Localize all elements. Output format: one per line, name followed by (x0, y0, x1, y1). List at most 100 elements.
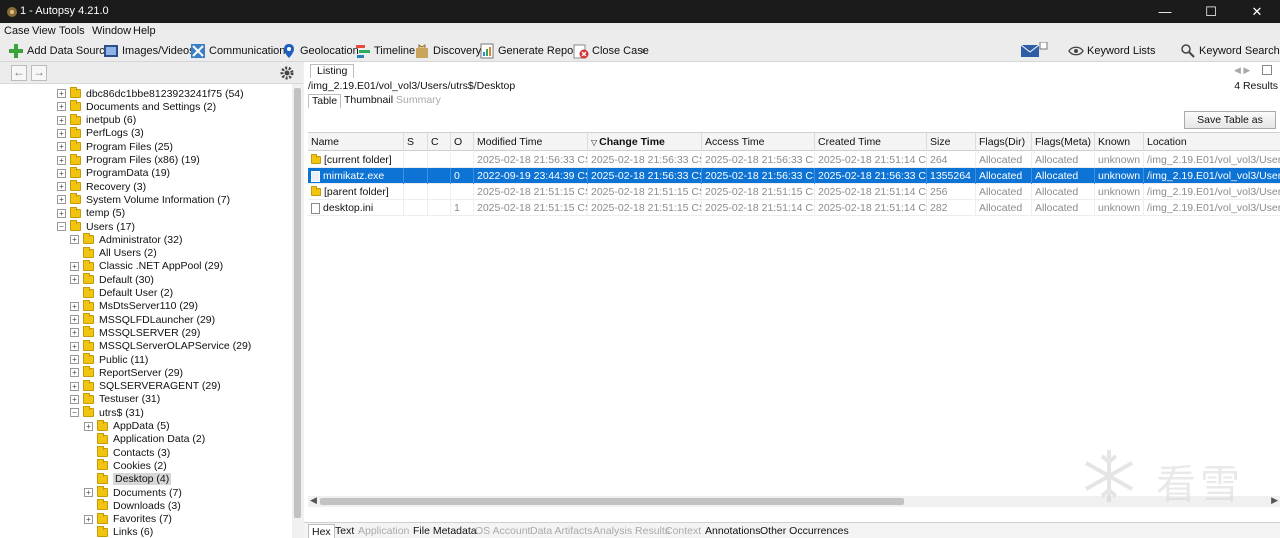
tree-node[interactable]: + Testuser (31) (70, 392, 160, 406)
tab-text[interactable]: Text (332, 524, 357, 538)
tree-node[interactable]: + Documents and Settings (2) (57, 100, 216, 113)
tree-node[interactable]: Default User (2) (70, 286, 173, 300)
minimize-button[interactable]: — (1142, 0, 1188, 23)
maximize-window-icon[interactable] (1262, 65, 1272, 75)
col-known-header[interactable]: Known (1095, 133, 1144, 151)
tree-node[interactable]: + temp (5) (57, 206, 125, 220)
tree-node[interactable]: − utrs$ (31) (70, 406, 144, 419)
tree-node[interactable]: + dbc86dc1bbe8123923241f75 (54) (57, 87, 244, 100)
keyword-search-button[interactable]: Keyword Search (1180, 41, 1280, 60)
horizontal-scrollbar-thumb[interactable] (320, 498, 904, 505)
forward-button[interactable]: → (31, 65, 47, 81)
timeline-button[interactable]: Timeline (355, 41, 415, 60)
expand-icon[interactable]: + (57, 168, 66, 178)
tab-hex[interactable]: Hex (308, 524, 335, 538)
mail-icon[interactable] (1020, 42, 1048, 58)
close-window-button[interactable]: ✕ (1234, 0, 1280, 23)
expand-icon[interactable]: + (84, 421, 93, 431)
tree-node[interactable]: + Program Files (x86) (19) (57, 153, 200, 167)
tree-node[interactable]: + Favorites (7) (84, 512, 172, 526)
expand-icon[interactable]: + (57, 115, 66, 125)
expand-icon[interactable]: + (70, 341, 79, 351)
expand-icon[interactable]: + (70, 275, 79, 285)
tree-node[interactable]: + SQLSERVERAGENT (29) (70, 379, 221, 393)
tree-node[interactable]: + Program Files (25) (57, 140, 173, 153)
expand-icon[interactable]: + (70, 235, 79, 245)
expand-icon[interactable]: + (57, 142, 66, 152)
tree-node[interactable]: + MSSQLFDLauncher (29) (70, 313, 215, 326)
tab-annotations[interactable]: Annotations (702, 524, 763, 538)
expand-icon[interactable]: + (70, 368, 79, 378)
tree-node[interactable]: All Users (2) (70, 246, 157, 260)
toolbar-overflow-chevron-icon[interactable]: » (633, 48, 652, 54)
expand-icon[interactable]: + (57, 155, 66, 165)
expand-icon[interactable]: + (70, 328, 79, 338)
tree-node[interactable]: + Recovery (3) (57, 180, 146, 193)
tree-node[interactable]: + MSSQLSERVER (29) (70, 326, 200, 339)
tab-other-occurrences[interactable]: Other Occurrences (757, 524, 852, 538)
tree-node[interactable]: + Default (30) (70, 273, 154, 286)
menu-tools[interactable]: Tools (59, 25, 85, 37)
communications-button[interactable]: Communications (190, 41, 291, 60)
col-created-time-header[interactable]: Created Time (815, 133, 927, 151)
back-button[interactable]: ← (11, 65, 27, 81)
tab-table[interactable]: Table (308, 94, 342, 108)
expand-icon[interactable]: + (84, 514, 93, 524)
expand-icon[interactable]: + (57, 128, 66, 138)
tree-node[interactable]: Cookies (2) (84, 459, 167, 472)
scroll-right-icon[interactable]: ▶ (1271, 495, 1278, 506)
tree-node[interactable]: + ProgramData (19) (57, 166, 170, 180)
expand-icon[interactable]: + (57, 102, 66, 112)
save-table-as-csv-button[interactable]: Save Table as CSV (1184, 111, 1276, 142)
images-videos-button[interactable]: Images/Videos (103, 41, 195, 60)
col-modified-time-header[interactable]: Modified Time (474, 133, 588, 151)
col-access-time-header[interactable]: Access Time (702, 133, 815, 151)
tab-scroll-arrows[interactable]: ◀ ▶ (1234, 65, 1250, 76)
tree-node[interactable]: + Administrator (32) (70, 233, 182, 246)
table-row[interactable]: mimikatz.exe 0 2022-09-19 23:44:39 CST 2025… (308, 168, 1280, 184)
table-row[interactable]: desktop.ini 1 2025-02-18 21:51:15 CST 2025-… (308, 200, 1280, 216)
tree-node[interactable]: + Documents (7) (84, 486, 182, 499)
expand-icon[interactable]: + (57, 182, 66, 192)
generate-report-button[interactable]: Generate Report (479, 41, 580, 60)
menu-help[interactable]: Help (133, 25, 156, 37)
maximize-button[interactable]: ☐ (1188, 0, 1234, 23)
menu-window[interactable]: Window (92, 25, 131, 37)
tab-listing[interactable]: Listing (310, 64, 355, 78)
keyword-lists-button[interactable]: Keyword Lists (1068, 41, 1155, 60)
col-name-header[interactable]: Name (308, 133, 404, 151)
menu-case[interactable]: Case (4, 25, 30, 37)
expand-icon[interactable]: + (70, 355, 79, 364)
expand-icon[interactable]: + (70, 301, 79, 311)
collapse-icon[interactable]: − (57, 222, 66, 231)
add-data-source-button[interactable]: Add Data Source (8, 41, 111, 60)
tree-node[interactable]: + System Volume Information (7) (57, 193, 230, 206)
geolocation-button[interactable]: Geolocation (281, 41, 359, 60)
col-o-header[interactable]: O (451, 133, 474, 151)
col-flags-dir-header[interactable]: Flags(Dir) (976, 133, 1032, 151)
tree-node[interactable]: Contacts (3) (84, 446, 170, 459)
expand-icon[interactable]: + (70, 394, 79, 404)
expand-icon[interactable]: + (70, 381, 79, 391)
tree-node[interactable]: + MSSQLServerOLAPService (29) (70, 339, 251, 353)
table-row[interactable]: [parent folder] 2025-02-18 21:51:15 CST 20… (308, 184, 1280, 200)
expand-icon[interactable]: + (57, 208, 66, 218)
discovery-button[interactable]: Discovery (414, 41, 481, 60)
col-size-header[interactable]: Size (927, 133, 976, 151)
tree-node[interactable]: Desktop (4) (84, 472, 172, 486)
col-location-header[interactable]: Location (1144, 133, 1280, 151)
tree-node[interactable]: + Public (11) (70, 353, 148, 366)
col-flags-meta-header[interactable]: Flags(Meta) (1032, 133, 1095, 151)
gear-icon[interactable] (279, 65, 295, 81)
tree-vertical-scrollbar[interactable] (292, 84, 303, 538)
collapse-icon[interactable]: − (70, 408, 79, 418)
tree-scrollbar-thumb[interactable] (294, 88, 301, 518)
tree-node[interactable]: Application Data (2) (84, 432, 205, 446)
tree-node[interactable]: + ReportServer (29) (70, 366, 183, 379)
tab-thumbnail[interactable]: Thumbnail (341, 94, 396, 108)
expand-icon[interactable]: + (57, 89, 66, 98)
tree-node[interactable]: + Classic .NET AppPool (29) (70, 259, 223, 273)
expand-icon[interactable]: + (57, 195, 66, 205)
tree-node[interactable]: − Users (17) (57, 220, 135, 233)
table-row[interactable]: [current folder] 2025-02-18 21:56:33 CST 2… (308, 152, 1280, 168)
